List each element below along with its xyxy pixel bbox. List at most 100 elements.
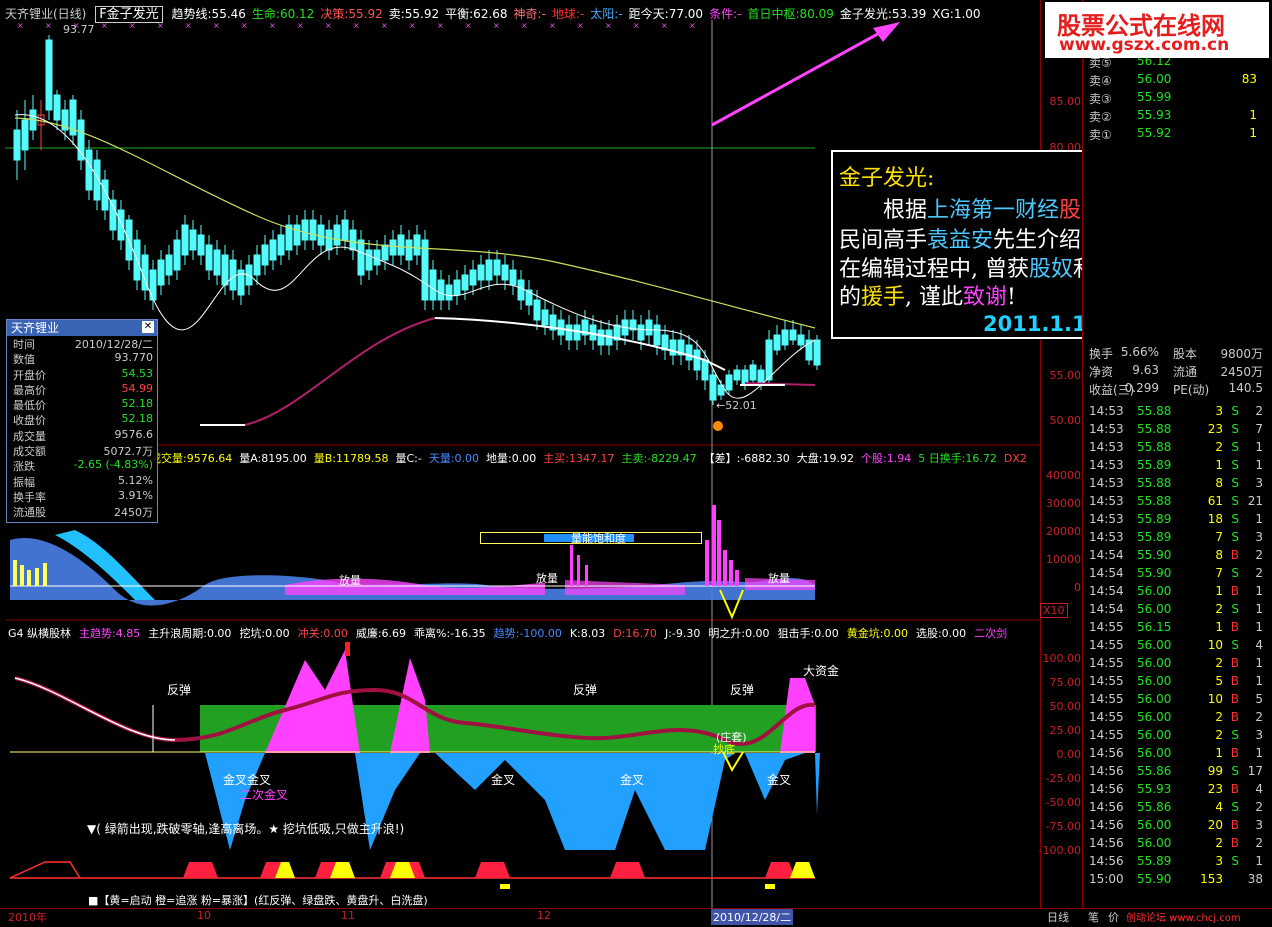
data-window-title[interactable]: 天齐锂业 ✕ xyxy=(7,320,157,336)
candle xyxy=(77,119,85,161)
tick-row[interactable]: 14:55 56.00 5 B 1 xyxy=(1087,673,1265,691)
tick-row[interactable]: 14:56 56.00 1 B 1 xyxy=(1087,745,1265,763)
tick-row[interactable]: 14:55 56.00 2 B 1 xyxy=(1087,655,1265,673)
tick-row[interactable]: 14:55 56.00 2 S 3 xyxy=(1087,727,1265,745)
volume-header-value: DX2 xyxy=(1003,452,1027,465)
tick-cell: 2 xyxy=(1255,836,1263,850)
tick-row[interactable]: 14:53 55.89 7 S 3 xyxy=(1087,529,1265,547)
tick-row[interactable]: 14:54 56.00 2 S 1 xyxy=(1087,601,1265,619)
header-value: 太阳:- xyxy=(590,7,623,21)
tick-cell: 1 xyxy=(1215,746,1223,760)
tick-cell: 17 xyxy=(1247,764,1263,778)
tick-row[interactable]: 14:56 55.93 23 B 4 xyxy=(1087,781,1265,799)
indicator-axis-label: 50.00 xyxy=(1049,700,1082,713)
candle xyxy=(189,229,197,251)
top-marker: × xyxy=(661,21,668,30)
indicator-marker xyxy=(345,642,350,656)
data-window-row: 振幅 5.12% xyxy=(7,474,157,489)
indicator-axis-label: 25.00 xyxy=(1049,724,1082,737)
volume-bar xyxy=(43,563,47,586)
tick-cell: 1 xyxy=(1255,854,1263,868)
tick-cell: S xyxy=(1231,476,1239,490)
tick-cell: 55.88 xyxy=(1137,476,1172,490)
data-window[interactable]: 天齐锂业 ✕ 时间 2010/12/28/二 数值 93.770 开盘价 54.53 最高价… xyxy=(6,319,158,523)
signal-dot xyxy=(713,421,723,431)
candle xyxy=(157,259,165,286)
tick-cell: 14:54 xyxy=(1089,602,1124,616)
data-window-key: 涨跌 xyxy=(13,460,35,474)
tick-cell: 99 xyxy=(1207,764,1223,778)
tick-row[interactable]: 14:53 55.89 18 S 1 xyxy=(1087,511,1265,529)
data-window-value: 5072.7万 xyxy=(103,445,154,459)
candle xyxy=(325,229,333,251)
tick-row[interactable]: 14:53 55.88 61 S 21 xyxy=(1087,493,1265,511)
volume-axis-label: 20000 xyxy=(1046,525,1081,538)
tick-row[interactable]: 14:53 55.88 2 S 1 xyxy=(1087,439,1265,457)
tick-row[interactable]: 14:53 55.89 1 S 1 xyxy=(1087,457,1265,475)
period-label[interactable]: 日线 xyxy=(1047,909,1069,925)
stat-cell: 5.66% xyxy=(1120,345,1159,359)
tick-row[interactable]: 14:54 56.00 1 B 1 xyxy=(1087,583,1265,601)
tick-row[interactable]: 14:53 55.88 23 S 7 xyxy=(1087,421,1265,439)
tick-cell: S xyxy=(1231,404,1239,418)
data-window-key: 最高价 xyxy=(13,383,46,397)
indicator-axis-label: -25.00 xyxy=(1045,772,1081,785)
annotation-segment: ! xyxy=(1007,285,1016,310)
indicator-name-box[interactable]: F金子发光 xyxy=(95,6,163,23)
tick-cell: 2 xyxy=(1255,710,1263,724)
candle xyxy=(381,244,389,261)
site-logo-url: www.gszx.com.cn xyxy=(1059,35,1230,55)
tick-row[interactable]: 14:56 55.89 3 S 1 xyxy=(1087,853,1265,871)
annotation-segment: 援手 xyxy=(861,285,906,310)
tick-row[interactable]: 15:00 55.90 153 38 xyxy=(1087,871,1265,889)
annotation-line: 的援手, 谨此致谢! xyxy=(839,279,1016,311)
tick-cell: 55.88 xyxy=(1137,422,1172,436)
tick-cell: S xyxy=(1231,800,1239,814)
volume-area xyxy=(285,578,545,595)
data-window-key: 最低价 xyxy=(13,399,46,413)
tick-cell: 153 xyxy=(1200,872,1223,886)
data-window-row: 最低价 52.18 xyxy=(7,397,157,412)
tick-cell: 14:54 xyxy=(1089,548,1124,562)
tick-cell: S xyxy=(1231,458,1239,472)
tick-row[interactable]: 14:55 56.15 1 B 1 xyxy=(1087,619,1265,637)
tick-cell: 1 xyxy=(1255,458,1263,472)
tick-cell: 2 xyxy=(1215,440,1223,454)
tick-row[interactable]: 14:56 55.86 4 S 2 xyxy=(1087,799,1265,817)
tick-row[interactable]: 14:53 55.88 3 S 2 xyxy=(1087,403,1265,421)
tab-price[interactable]: 价 xyxy=(1108,909,1119,925)
top-marker: × xyxy=(269,21,276,30)
volume-mark: 放量 xyxy=(536,572,558,585)
candle xyxy=(117,209,125,241)
tick-cell: 55.89 xyxy=(1137,512,1172,526)
tick-row[interactable]: 14:56 56.00 20 B 3 xyxy=(1087,817,1265,835)
tick-row[interactable]: 14:55 56.00 2 B 2 xyxy=(1087,709,1265,727)
tick-cell: 1 xyxy=(1255,440,1263,454)
volume-bar xyxy=(735,570,739,586)
tick-row[interactable]: 14:55 56.00 10 B 5 xyxy=(1087,691,1265,709)
close-icon[interactable]: ✕ xyxy=(142,321,154,333)
tick-cell: 56.00 xyxy=(1137,710,1172,724)
candle xyxy=(357,239,365,276)
indicator-header-value: K:8.03 xyxy=(569,627,606,640)
tick-row[interactable]: 14:54 55.90 8 B 2 xyxy=(1087,547,1265,565)
rebound-mark: 反弹 xyxy=(730,683,755,697)
tick-row[interactable]: 14:55 56.00 10 S 4 xyxy=(1087,637,1265,655)
signal-block xyxy=(610,862,645,878)
candle xyxy=(173,239,181,271)
tick-row[interactable]: 14:54 55.90 7 S 2 xyxy=(1087,565,1265,583)
x10-badge: X10 xyxy=(1040,603,1068,618)
candle xyxy=(685,344,693,361)
tick-cell: 1 xyxy=(1215,458,1223,472)
tick-cell: 56.00 xyxy=(1137,728,1172,742)
tab-ticks[interactable]: 笔 xyxy=(1088,909,1099,925)
indicator-header-value: 威廉:6.69 xyxy=(355,627,407,640)
candle xyxy=(533,299,541,321)
stat-cell: 140.5 xyxy=(1228,381,1263,395)
tick-row[interactable]: 14:56 55.86 99 S 17 xyxy=(1087,763,1265,781)
volume-bar xyxy=(717,520,721,586)
tick-row[interactable]: 14:53 55.88 8 S 3 xyxy=(1087,475,1265,493)
candle xyxy=(813,339,821,366)
candle xyxy=(205,244,213,271)
tick-row[interactable]: 14:56 56.00 2 B 2 xyxy=(1087,835,1265,853)
